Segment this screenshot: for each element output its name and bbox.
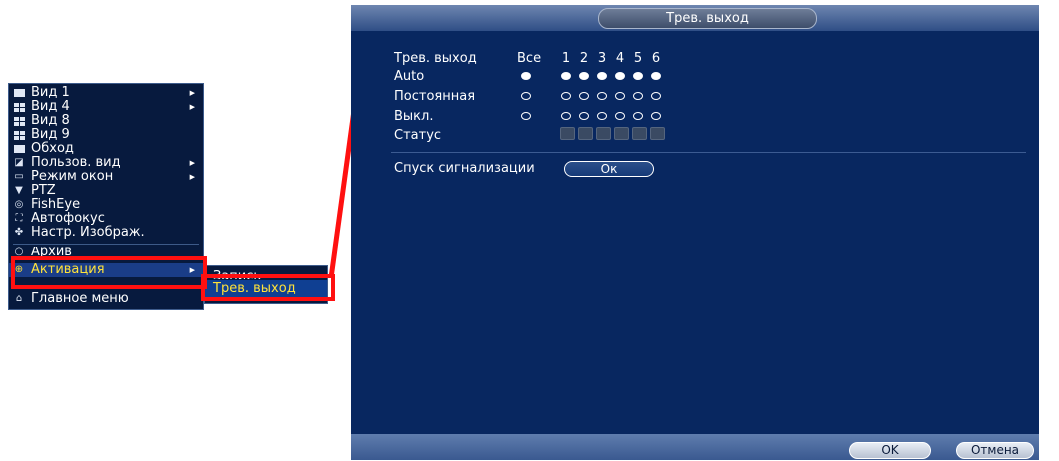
- radio-all[interactable]: [521, 72, 531, 80]
- radio-channel[interactable]: [615, 72, 625, 80]
- radio-channel[interactable]: [633, 112, 643, 120]
- status-indicator: [560, 127, 575, 140]
- radio-channel[interactable]: [633, 72, 643, 80]
- channel-label: 3: [597, 51, 607, 66]
- radio-channel[interactable]: [579, 92, 589, 100]
- cancel-button[interactable]: Отмена: [956, 442, 1034, 459]
- radio-channel[interactable]: [651, 112, 661, 120]
- bottom-bar: [351, 434, 1039, 460]
- radio-channel[interactable]: [579, 112, 589, 120]
- status-indicator: [596, 127, 611, 140]
- status-indicator: [650, 127, 665, 140]
- header-label: Трев. выход: [394, 51, 477, 66]
- channel-label: 5: [633, 51, 643, 66]
- radio-channel[interactable]: [561, 112, 571, 120]
- channel-label: 2: [579, 51, 589, 66]
- divider: [391, 152, 1026, 153]
- radio-all[interactable]: [521, 112, 531, 120]
- radio-channel[interactable]: [561, 72, 571, 80]
- title-bar: Трев. выход: [351, 5, 1039, 31]
- radio-channel[interactable]: [651, 92, 661, 100]
- channel-label: 6: [651, 51, 661, 66]
- row-label-constant: Постоянная: [394, 89, 476, 104]
- channel-label: 4: [615, 51, 625, 66]
- radio-channel[interactable]: [561, 92, 571, 100]
- status-label: Статус: [394, 128, 442, 143]
- radio-channel[interactable]: [597, 112, 607, 120]
- radio-all[interactable]: [521, 92, 531, 100]
- alarm-output-dialog: Трев. выход Трев. выход Все 1 2 3 4 5 6 …: [351, 5, 1039, 460]
- status-indicator: [614, 127, 629, 140]
- row-label-off: Выкл.: [394, 109, 434, 124]
- ok-button[interactable]: OK: [849, 442, 931, 459]
- status-indicator: [632, 127, 647, 140]
- alarm-release-button[interactable]: Ок: [564, 161, 654, 177]
- radio-channel[interactable]: [651, 72, 661, 80]
- dialog-title: Трев. выход: [598, 8, 817, 29]
- channel-label: 1: [561, 51, 571, 66]
- alarm-release-label: Спуск сигнализации: [394, 161, 535, 176]
- row-label-auto: Auto: [394, 69, 425, 84]
- radio-channel[interactable]: [633, 92, 643, 100]
- radio-channel[interactable]: [615, 92, 625, 100]
- radio-channel[interactable]: [579, 72, 589, 80]
- all-column-label: Все: [517, 51, 542, 66]
- radio-channel[interactable]: [615, 112, 625, 120]
- radio-channel[interactable]: [597, 72, 607, 80]
- status-indicator: [578, 127, 593, 140]
- radio-channel[interactable]: [597, 92, 607, 100]
